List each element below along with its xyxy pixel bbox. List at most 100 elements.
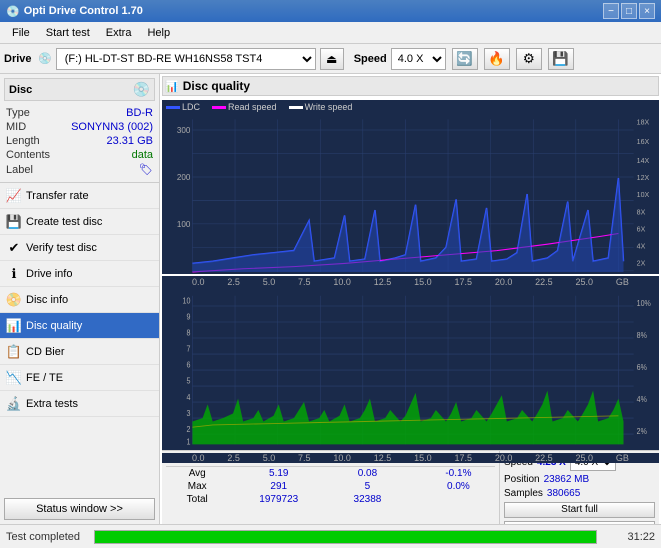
main-layout: Disc 💿 Type BD-R MID SONYNN3 (002) Lengt… xyxy=(0,74,661,524)
svg-text:1: 1 xyxy=(186,437,190,447)
close-button[interactable]: × xyxy=(639,3,655,19)
status-window-button[interactable]: Status window >> xyxy=(4,498,155,520)
sidebar-item-disc-quality-label: Disc quality xyxy=(26,320,82,332)
ldc-color xyxy=(166,106,180,109)
stats-avg-row: Avg 5.19 0.08 -0.1% xyxy=(166,467,495,481)
svg-text:2%: 2% xyxy=(637,427,648,437)
stats-total-jitter xyxy=(422,493,495,506)
sidebar-item-create-test-disc[interactable]: 💾 Create test disc xyxy=(0,209,159,235)
lx-label-150: 15.0 xyxy=(414,453,432,463)
upper-chart-legend: LDC Read speed Write speed xyxy=(162,100,659,114)
refresh-button[interactable]: 🔄 xyxy=(452,48,478,70)
app-title: Opti Drive Control 1.70 xyxy=(24,5,143,17)
x-label-0: 0.0 xyxy=(192,277,205,287)
sidebar-item-cd-bier[interactable]: 📋 CD Bier xyxy=(0,339,159,365)
svg-text:300: 300 xyxy=(177,125,191,135)
disc-info-icon: 📀 xyxy=(6,292,22,308)
svg-text:8%: 8% xyxy=(637,331,648,341)
svg-text:4X: 4X xyxy=(637,241,646,250)
disc-mid-value: SONYNN3 (002) xyxy=(63,121,153,133)
lower-x-axis: 0.0 2.5 5.0 7.5 10.0 12.5 15.0 17.5 20.0… xyxy=(162,453,659,463)
drive-label: Drive xyxy=(4,53,34,65)
disc-header: Disc 💿 xyxy=(4,78,155,101)
svg-text:10X: 10X xyxy=(637,190,650,199)
read-speed-label: Read speed xyxy=(228,102,277,112)
svg-text:200: 200 xyxy=(177,172,191,182)
charts-container: LDC Read speed Write speed xyxy=(162,100,659,450)
stats-avg-bis: 0.08 xyxy=(329,467,406,481)
svg-text:16X: 16X xyxy=(637,137,650,146)
svg-text:14X: 14X xyxy=(637,156,650,165)
disc-length-value: 23.31 GB xyxy=(63,135,153,147)
minimize-button[interactable]: − xyxy=(603,3,619,19)
stats-max-jitter: 0.0% xyxy=(422,480,495,493)
svg-text:4%: 4% xyxy=(637,395,648,405)
disc-type-value: BD-R xyxy=(63,107,153,119)
eject-button[interactable]: ⏏ xyxy=(320,48,344,70)
burn-button[interactable]: 🔥 xyxy=(484,48,510,70)
stats-total-bis: 32388 xyxy=(329,493,406,506)
disc-info-table: Type BD-R MID SONYNN3 (002) Length 23.31… xyxy=(4,105,155,178)
x-label-25: 2.5 xyxy=(227,277,240,287)
menu-file[interactable]: File xyxy=(4,25,38,41)
sidebar-item-fe-te-label: FE / TE xyxy=(26,372,63,384)
sidebar-item-disc-quality[interactable]: 📊 Disc quality xyxy=(0,313,159,339)
content-header: 📊 Disc quality xyxy=(162,76,659,96)
svg-text:6: 6 xyxy=(186,360,190,370)
content-title: Disc quality xyxy=(183,79,250,93)
sidebar-item-verify-test-disc-label: Verify test disc xyxy=(26,242,97,254)
extra-tests-icon: 🔬 xyxy=(6,396,22,412)
maximize-button[interactable]: □ xyxy=(621,3,637,19)
sidebar-item-extra-tests[interactable]: 🔬 Extra tests xyxy=(0,391,159,417)
sidebar-item-cd-bier-label: CD Bier xyxy=(26,346,65,358)
lx-label-175: 17.5 xyxy=(454,453,472,463)
read-speed-legend: Read speed xyxy=(212,102,277,112)
menu-extra[interactable]: Extra xyxy=(98,25,140,41)
content-icon: 📊 xyxy=(165,80,179,93)
samples-row: Samples 380665 xyxy=(504,488,655,499)
svg-text:12X: 12X xyxy=(637,173,650,182)
stats-total-label: Total xyxy=(166,493,228,506)
drive-select[interactable]: (F:) HL-DT-ST BD-RE WH16NS58 TST4 xyxy=(56,48,316,70)
lx-label-25: 2.5 xyxy=(227,453,240,463)
svg-text:5: 5 xyxy=(186,376,190,386)
sidebar-item-drive-info-label: Drive info xyxy=(26,268,72,280)
status-bar: Test completed 31:22 xyxy=(0,524,661,548)
sidebar-item-transfer-rate-label: Transfer rate xyxy=(26,190,89,202)
disc-label-row: Label 🏷 xyxy=(6,163,153,176)
ldc-label: LDC xyxy=(182,102,200,112)
sidebar-item-drive-info[interactable]: ℹ Drive info xyxy=(0,261,159,287)
transfer-rate-icon: 📈 xyxy=(6,188,22,204)
disc-panel-icon: 💿 xyxy=(133,81,150,98)
sidebar-item-verify-test-disc[interactable]: ✔ Verify test disc xyxy=(0,235,159,261)
svg-text:100: 100 xyxy=(177,219,191,229)
title-bar-controls[interactable]: − □ × xyxy=(603,3,655,19)
verify-test-disc-icon: ✔ xyxy=(6,240,22,256)
sidebar-item-transfer-rate[interactable]: 📈 Transfer rate xyxy=(0,183,159,209)
disc-mid-row: MID SONYNN3 (002) xyxy=(6,121,153,133)
sidebar-item-create-test-disc-label: Create test disc xyxy=(26,216,102,228)
write-speed-legend: Write speed xyxy=(289,102,353,112)
disc-quality-icon: 📊 xyxy=(6,318,22,334)
sidebar-item-fe-te[interactable]: 📉 FE / TE xyxy=(0,365,159,391)
options-button[interactable]: ⚙ xyxy=(516,48,542,70)
lx-label-50: 5.0 xyxy=(263,453,276,463)
start-part-button[interactable]: Start part xyxy=(504,521,655,524)
lower-chart-svg: 10 9 8 7 6 5 4 3 2 1 10% 8% 6% xyxy=(162,290,659,450)
samples-value: 380665 xyxy=(547,488,580,499)
speed-select[interactable]: 4.0 X xyxy=(391,48,446,70)
svg-text:2: 2 xyxy=(186,424,190,434)
x-unit-upper: GB xyxy=(616,277,629,287)
lx-label-225: 22.5 xyxy=(535,453,553,463)
menu-help[interactable]: Help xyxy=(139,25,178,41)
create-test-disc-icon: 💾 xyxy=(6,214,22,230)
x-label-200: 20.0 xyxy=(495,277,513,287)
start-full-button[interactable]: Start full xyxy=(504,502,655,518)
save-button[interactable]: 💾 xyxy=(548,48,574,70)
stats-avg-label: Avg xyxy=(166,467,228,481)
stats-max-bis: 5 xyxy=(329,480,406,493)
disc-contents-label: Contents xyxy=(6,149,61,161)
menu-start-test[interactable]: Start test xyxy=(38,25,98,41)
title-bar-left: 💿 Opti Drive Control 1.70 xyxy=(6,5,143,18)
sidebar-item-disc-info[interactable]: 📀 Disc info xyxy=(0,287,159,313)
